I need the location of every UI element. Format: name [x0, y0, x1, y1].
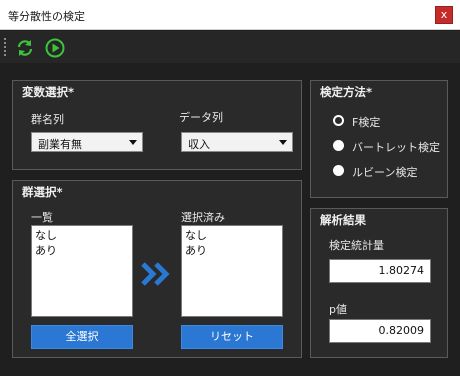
data-column-value: 収入 [188, 138, 210, 151]
group-list-label: 一覧 [31, 211, 53, 224]
radio-label: ルビーン検定 [352, 166, 418, 179]
group-column-select[interactable]: 副業有無 [31, 132, 143, 152]
data-column-select[interactable]: 収入 [181, 132, 293, 152]
title-bar: 等分散性の検定 x [0, 0, 460, 30]
play-circle-icon [45, 38, 65, 58]
chevron-down-icon [129, 140, 137, 145]
group-column-value: 副業有無 [38, 138, 82, 151]
radio-label: バートレット検定 [352, 141, 440, 154]
radio-unchecked-icon [333, 140, 344, 151]
test-method-title: 検定方法* [320, 85, 373, 99]
test-statistic-field[interactable]: 1.80274 [329, 259, 431, 283]
list-item[interactable]: なし [185, 228, 279, 243]
reset-button[interactable]: リセット [181, 325, 283, 349]
results-group: 解析結果 検定統計量 1.80274 p値 0.82009 [310, 208, 448, 358]
p-value-field[interactable]: 0.82009 [329, 319, 431, 343]
group-listbox[interactable]: なし あり [31, 225, 133, 317]
run-button[interactable] [44, 37, 66, 59]
select-all-button[interactable]: 全選択 [31, 325, 133, 349]
move-right-button[interactable] [139, 261, 173, 287]
refresh-icon [17, 40, 33, 56]
radio-unchecked-icon [333, 165, 344, 176]
test-method-group: 検定方法* F検定 バートレット検定 ルビーン検定 [310, 80, 448, 198]
refresh-button[interactable] [14, 37, 36, 59]
test-statistic-label: 検定統計量 [329, 239, 384, 252]
data-column-label: データ列 [179, 111, 223, 124]
list-item[interactable]: あり [185, 243, 279, 258]
chevron-down-icon [279, 140, 287, 145]
list-item[interactable]: なし [35, 228, 129, 243]
toolbar [0, 31, 460, 63]
group-column-label: 群名列 [31, 113, 64, 126]
selected-listbox[interactable]: なし あり [181, 225, 283, 317]
selected-list-label: 選択済み [181, 211, 225, 224]
window-title: 等分散性の検定 [8, 10, 85, 23]
group-selection-group: 群選択* 一覧 なし あり 選択済み なし あり 全選択 リセット [12, 180, 302, 358]
double-chevron-right-icon [141, 262, 170, 286]
variable-selection-group: 変数選択* 群名列 副業有無 データ列 収入 [12, 80, 302, 170]
toolbar-grip[interactable] [4, 38, 6, 56]
radio-checked-icon [333, 115, 344, 126]
radio-label: F検定 [352, 116, 381, 129]
results-title: 解析結果 [320, 213, 366, 227]
close-button[interactable]: x [435, 6, 453, 24]
list-item[interactable]: あり [35, 243, 129, 258]
group-selection-title: 群選択* [22, 185, 63, 199]
p-value-label: p値 [329, 303, 347, 316]
variable-selection-title: 変数選択* [22, 85, 75, 99]
